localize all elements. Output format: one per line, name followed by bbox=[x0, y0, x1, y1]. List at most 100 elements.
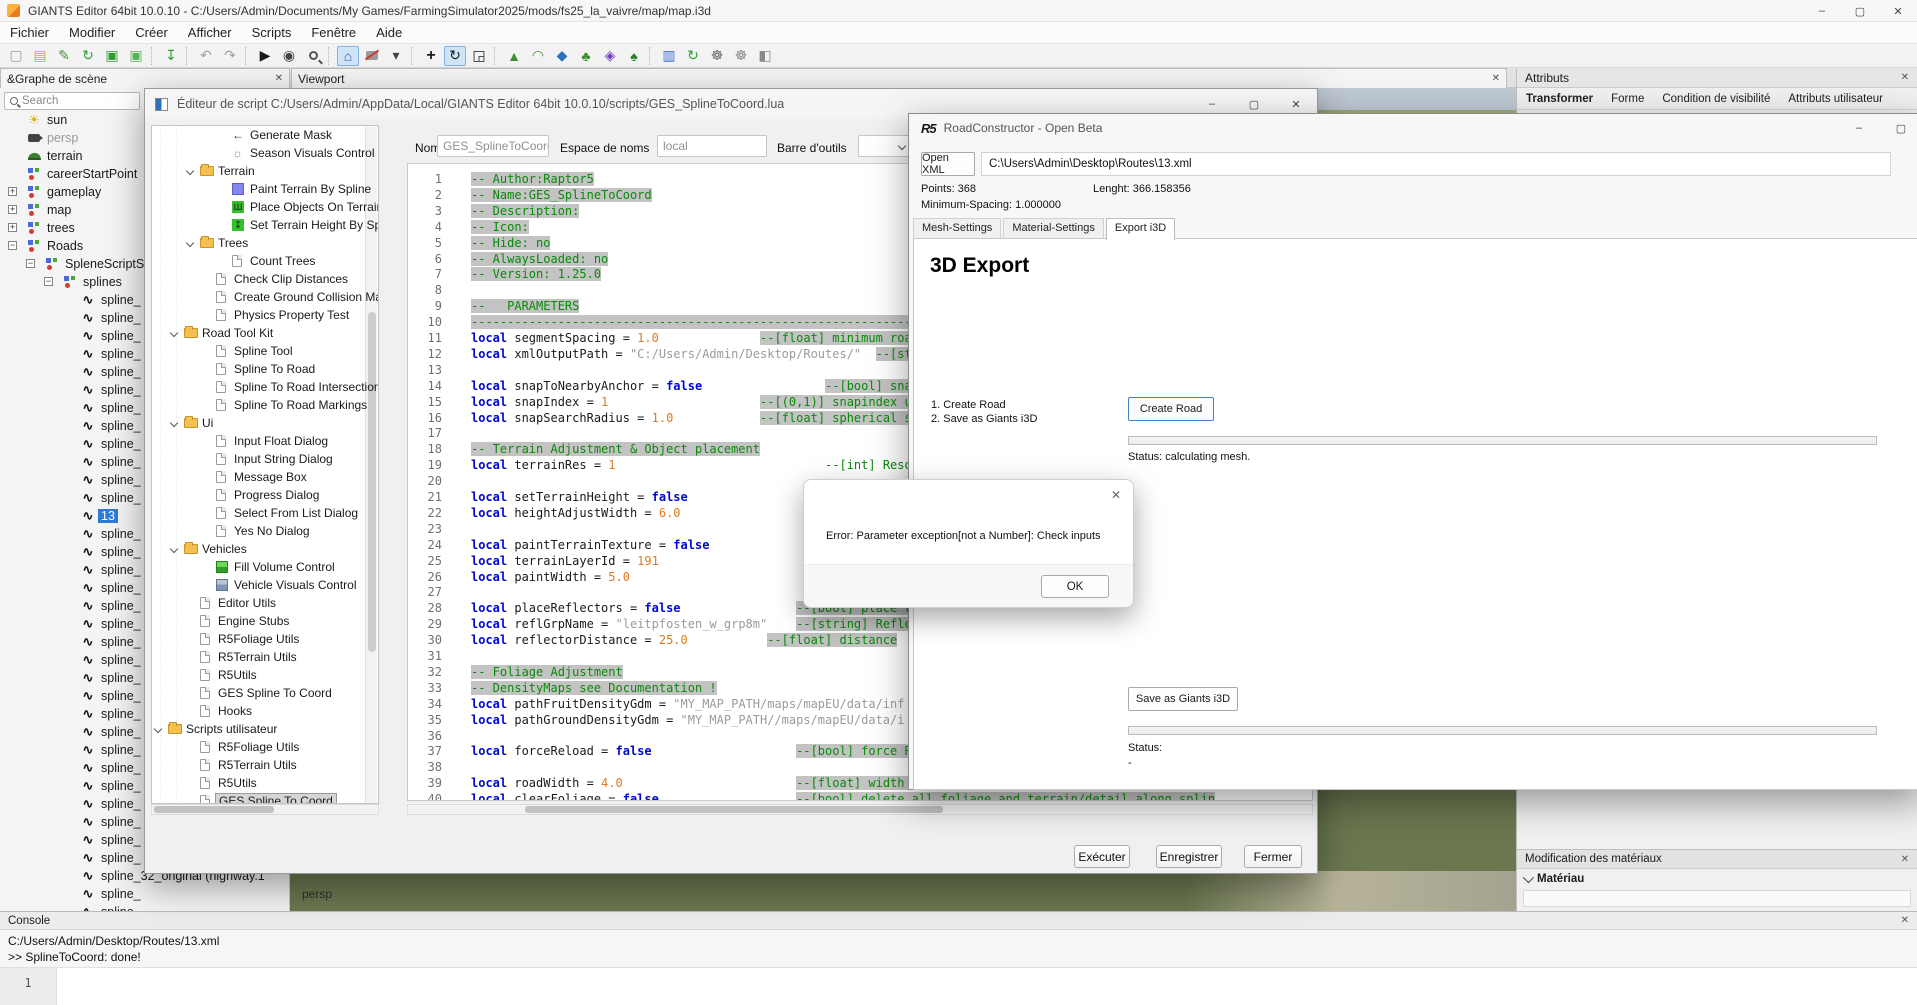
script-item-scriptsutilisateur[interactable]: Scripts utilisateur bbox=[152, 720, 367, 738]
tab-scenegraph[interactable]: &Graphe de scène ✕ bbox=[0, 68, 290, 88]
chevron-down-icon[interactable] bbox=[186, 239, 194, 247]
undo-icon[interactable]: ↶ bbox=[195, 46, 217, 66]
expand-plus-icon[interactable]: + bbox=[8, 205, 17, 214]
script-item-vehiclevisualscontrol[interactable]: Vehicle Visuals Control bbox=[152, 576, 367, 594]
attr-tab-forme[interactable]: Forme bbox=[1602, 93, 1653, 105]
script-item-r5utils[interactable]: R5Utils bbox=[152, 666, 367, 684]
console-input-area[interactable]: 1 bbox=[0, 967, 1917, 1005]
camera-dropdown-icon[interactable]: ▾ bbox=[385, 46, 407, 66]
script-item-splinetool[interactable]: Spline Tool bbox=[152, 342, 367, 360]
menu-aide[interactable]: Aide bbox=[366, 25, 412, 40]
script-item-inputstringdialog[interactable]: Input String Dialog bbox=[152, 450, 367, 468]
script-item-splinetoroadmarkings[interactable]: Spline To Road Markings bbox=[152, 396, 367, 414]
window-tool-icon[interactable]: ▥ bbox=[658, 46, 680, 66]
script-item-fillvolumecontrol[interactable]: Fill Volume Control bbox=[152, 558, 367, 576]
rotate-tool-icon[interactable]: ↻ bbox=[444, 46, 466, 66]
script-item-r5foliageutils[interactable]: R5Foliage Utils bbox=[152, 738, 367, 756]
script-item-gessplinetocoord[interactable]: GES Spline To Coord bbox=[152, 684, 367, 702]
reload-icon[interactable]: ↻ bbox=[77, 46, 99, 66]
execute-button[interactable]: Exécuter bbox=[1074, 845, 1130, 868]
script-item-progressdialog[interactable]: Progress Dialog bbox=[152, 486, 367, 504]
minimize-icon[interactable]: – bbox=[1803, 0, 1841, 22]
open-xml-button[interactable]: Open XML bbox=[921, 152, 975, 176]
collapse-minus-icon[interactable]: − bbox=[8, 241, 17, 250]
play-icon[interactable]: ▶ bbox=[254, 46, 276, 66]
script-item-yesnodialog[interactable]: Yes No Dialog bbox=[152, 522, 367, 540]
toolbar-select[interactable] bbox=[858, 135, 912, 157]
save-giants-i3d-button[interactable]: Save as Giants i3D bbox=[1128, 687, 1238, 711]
menu-afficher[interactable]: Afficher bbox=[178, 25, 242, 40]
menu-fichier[interactable]: Fichier bbox=[0, 25, 59, 40]
open-folder-icon[interactable]: ▤ bbox=[29, 46, 51, 66]
script-item-r5terrainutils[interactable]: R5Terrain Utils bbox=[152, 756, 367, 774]
rc-tab-exporti3d[interactable]: Export i3D bbox=[1106, 218, 1175, 240]
tab-viewport[interactable]: Viewport ✕ bbox=[291, 68, 1507, 88]
scenegraph-close-icon[interactable]: ✕ bbox=[275, 73, 283, 84]
collapse-minus-icon[interactable]: − bbox=[26, 259, 35, 268]
magnifier-icon[interactable] bbox=[302, 46, 324, 66]
scrollbar-thumb[interactable] bbox=[525, 806, 943, 813]
home-camera-icon[interactable]: ⌂ bbox=[337, 46, 359, 66]
script-item-physicspropertytest[interactable]: Physics Property Test bbox=[152, 306, 367, 324]
maximize-icon[interactable]: ▢ bbox=[1880, 114, 1917, 142]
script-item-r5utils[interactable]: R5Utils bbox=[152, 774, 367, 792]
save-button[interactable]: Enregistrer bbox=[1156, 845, 1222, 868]
minimize-icon[interactable]: – bbox=[1838, 114, 1880, 142]
rc-tab-materialsettings[interactable]: Material-Settings bbox=[1003, 218, 1104, 239]
script-item-placeobjectsonterrain[interactable]: ШPlace Objects On Terrain bbox=[152, 198, 367, 216]
script-item-r5foliageutils[interactable]: R5Foliage Utils bbox=[152, 630, 367, 648]
chevron-down-icon[interactable] bbox=[170, 419, 178, 427]
close-icon[interactable]: ✕ bbox=[1879, 0, 1917, 22]
chevron-down-icon[interactable] bbox=[154, 725, 162, 733]
foliage-paint-icon[interactable]: ♣ bbox=[575, 46, 597, 66]
xml-path-field[interactable]: C:\Users\Admin\Desktop\Routes\13.xml bbox=[981, 152, 1891, 176]
script-item-enginestubs[interactable]: Engine Stubs bbox=[152, 612, 367, 630]
menu-modifier[interactable]: Modifier bbox=[59, 25, 125, 40]
attr-tab-attributsutilisateur[interactable]: Attributs utilisateur bbox=[1779, 93, 1892, 105]
script-item-seasonvisualscontrol[interactable]: ☼Season Visuals Control bbox=[152, 144, 367, 162]
terrain-paint-icon[interactable]: ◆ bbox=[551, 46, 573, 66]
script-item-editorutils[interactable]: Editor Utils bbox=[152, 594, 367, 612]
scene-item-spline[interactable]: ∿spline_ bbox=[0, 885, 290, 903]
close-icon[interactable]: ✕ bbox=[1111, 488, 1121, 502]
script-item-checkclipdistances[interactable]: Check Clip Distances bbox=[152, 270, 367, 288]
refresh-scripts-icon[interactable]: ↻ bbox=[682, 46, 704, 66]
close-button[interactable]: Fermer bbox=[1244, 845, 1302, 868]
viewport-close-icon[interactable]: ✕ bbox=[1492, 73, 1500, 84]
material-section-row[interactable]: Matériau bbox=[1517, 869, 1917, 888]
save-as-icon[interactable]: ▣ bbox=[125, 46, 147, 66]
new-file-icon[interactable]: ▢ bbox=[5, 46, 27, 66]
code-hscrollbar[interactable] bbox=[407, 804, 1313, 815]
script-item-terrain[interactable]: Terrain bbox=[152, 162, 367, 180]
attr-tab-transformer[interactable]: Transformer bbox=[1517, 93, 1602, 105]
script-item-gessplinetocoord[interactable]: GES Spline To Coord bbox=[152, 792, 367, 804]
expand-plus-icon[interactable]: + bbox=[8, 187, 17, 196]
scale-tool-icon[interactable]: ◲ bbox=[468, 46, 490, 66]
namespace-field[interactable]: local bbox=[657, 135, 767, 157]
attr-tab-conditiondevisibilit[interactable]: Condition de visibilité bbox=[1653, 93, 1779, 105]
terrain-smooth-icon[interactable]: ◠ bbox=[527, 46, 549, 66]
expand-plus-icon[interactable]: + bbox=[8, 223, 17, 232]
tree-placement-icon[interactable]: ♠ bbox=[623, 46, 645, 66]
maximize-icon[interactable]: ▢ bbox=[1841, 0, 1879, 22]
menu-scripts[interactable]: Scripts bbox=[242, 25, 302, 40]
chevron-down-icon[interactable] bbox=[170, 545, 178, 553]
create-road-button[interactable]: Create Road bbox=[1128, 397, 1214, 421]
name-field[interactable]: GES_SplineToCoord bbox=[437, 135, 549, 157]
move-tool-icon[interactable]: + bbox=[420, 46, 442, 66]
save-icon[interactable]: ▣ bbox=[101, 46, 123, 66]
material-clipped-control[interactable] bbox=[1523, 890, 1911, 907]
script-item-trees[interactable]: Trees bbox=[152, 234, 367, 252]
script-item-messagebox[interactable]: Message Box bbox=[152, 468, 367, 486]
script-item-setterrainheightbyspline[interactable]: ↧Set Terrain Height By Spline bbox=[152, 216, 367, 234]
script-item-ui[interactable]: Ui bbox=[152, 414, 367, 432]
script-item-creategroundcollisionmap[interactable]: Create Ground Collision Map bbox=[152, 288, 367, 306]
script-item-splinetoroad[interactable]: Spline To Road bbox=[152, 360, 367, 378]
edit-script-icon[interactable]: ✎ bbox=[53, 46, 75, 66]
attributes-close-icon[interactable]: ✕ bbox=[1901, 72, 1909, 83]
camera-disabled-icon[interactable] bbox=[361, 46, 383, 66]
script-item-selectfromlistdialog[interactable]: Select From List Dialog bbox=[152, 504, 367, 522]
script-item-r5terrainutils[interactable]: R5Terrain Utils bbox=[152, 648, 367, 666]
console-close-icon[interactable]: ✕ bbox=[1901, 915, 1909, 926]
materials-close-icon[interactable]: ✕ bbox=[1901, 854, 1909, 865]
